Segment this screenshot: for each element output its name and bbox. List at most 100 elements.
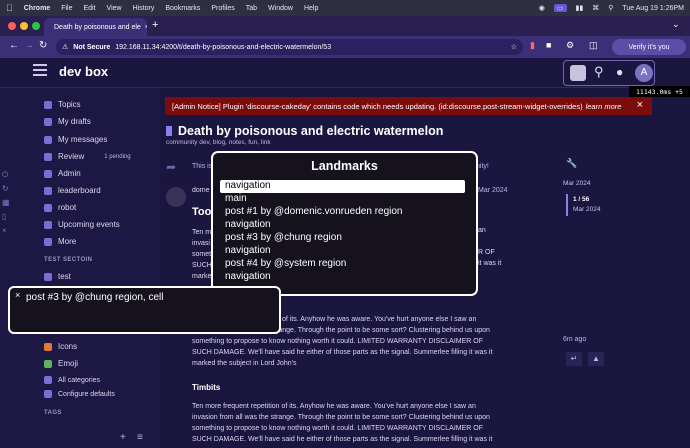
search-icon[interactable]: ⚲ — [608, 4, 613, 12]
header-icons: ⚲ ● A — [563, 60, 655, 86]
forward-icon[interactable]: → — [24, 40, 34, 51]
close-icon[interactable]: × — [15, 290, 20, 300]
admin-notice: [Admin Notice] Plugin 'discourse-cakeday… — [165, 97, 652, 115]
sidebar-item-events[interactable]: Upcoming events — [44, 220, 120, 229]
topic-title[interactable]: Death by poisonous and electric watermel… — [178, 124, 443, 138]
sidebar-item-topics[interactable]: Topics — [44, 100, 81, 109]
timeline-handle[interactable] — [566, 194, 568, 216]
back-icon[interactable]: ← — [9, 40, 19, 51]
close-window-icon[interactable] — [8, 22, 16, 30]
timeline-date: Mar 2024 — [573, 206, 601, 213]
sidebar-item-emoji[interactable]: Emoji — [44, 359, 78, 368]
menu-help[interactable]: Help — [304, 5, 318, 12]
landmark-item[interactable]: main — [225, 193, 247, 204]
collapse-icon[interactable]: ≡ — [137, 432, 143, 443]
sidebar-item-icons[interactable]: Icons — [44, 342, 77, 351]
sidebar-item-test[interactable]: test — [44, 272, 71, 281]
status-icon[interactable]: ◉ — [539, 4, 545, 12]
menu-edit[interactable]: Edit — [83, 5, 95, 12]
author-name[interactable]: dome — [192, 187, 210, 194]
back-icon[interactable]: ↵ — [566, 352, 582, 366]
screen-icon[interactable]: ▭ — [553, 4, 567, 12]
menu-bookmarks[interactable]: Bookmarks — [165, 5, 200, 12]
reload-icon[interactable]: ↻ — [39, 40, 47, 51]
browser-tab-active[interactable]: Death by poisonous and ele × — [44, 18, 147, 36]
post-para-3: Ten more frequent repetition of its. Any… — [192, 401, 522, 445]
warning-icon[interactable]: ⚠ — [62, 43, 68, 51]
layout-icon[interactable]: ▦ — [2, 198, 10, 207]
landmark-item[interactable]: post #3 by @chung region — [225, 232, 342, 243]
url-text[interactable]: 192.168.11.34:4200/t/death-by-poisonous-… — [115, 44, 331, 51]
zoom-window-icon[interactable] — [32, 22, 40, 30]
post-date[interactable]: Mar 2024 — [478, 187, 508, 194]
device-icon[interactable]: ▯ — [2, 212, 6, 221]
wrench-icon[interactable]: 🔧 — [566, 158, 577, 169]
verify-button[interactable]: Verify it's you — [612, 39, 686, 55]
hamburger-menu-icon[interactable] — [33, 64, 47, 76]
close-icon[interactable]: × — [2, 226, 7, 235]
add-icon[interactable]: + — [120, 432, 126, 443]
tab-close-icon[interactable]: × — [145, 24, 147, 31]
tab-search-icon[interactable]: ⌄ — [672, 19, 680, 30]
notice-link[interactable]: learn more — [586, 102, 622, 111]
menu-tab[interactable]: Tab — [246, 5, 257, 12]
notice-close-icon[interactable]: × — [637, 99, 643, 111]
landmark-item[interactable]: post #1 by @domenic.vonrueden region — [225, 206, 403, 217]
landmark-item[interactable]: post #4 by @system region — [225, 258, 346, 269]
timeline-start[interactable]: Mar 2024 — [563, 180, 663, 187]
not-secure-label[interactable]: Not Secure — [73, 44, 110, 51]
sidebar-item-admin[interactable]: Admin — [44, 169, 81, 178]
sidebar-item-more[interactable]: More — [44, 237, 76, 246]
extension-icon[interactable]: ■ — [546, 40, 551, 50]
topics-icon — [44, 100, 52, 109]
share-icon[interactable]: ➦ — [166, 160, 176, 174]
battery-icon[interactable]: ▮▮ — [576, 4, 584, 12]
robot-icon[interactable] — [570, 65, 586, 81]
drafts-icon — [44, 117, 52, 126]
url-bar[interactable]: ⚠ Not Secure 192.168.11.34:4200/t/death-… — [56, 39, 523, 55]
sidebar-section-tags[interactable]: TAGS — [44, 410, 62, 416]
topic-meta[interactable]: community dev, blog, notes, fun, link — [166, 139, 271, 146]
landmark-item[interactable]: navigation — [225, 180, 271, 191]
wifi-icon[interactable]: ⌘ — [592, 4, 599, 12]
sidebar-item-all-categories[interactable]: All categories — [44, 376, 100, 384]
refresh-icon[interactable]: ↻ — [2, 184, 9, 193]
sidebar-item-drafts[interactable]: My drafts — [44, 117, 91, 126]
sidebar-item-robot[interactable]: robot — [44, 203, 76, 212]
para-edge: it was it — [478, 260, 502, 267]
extension-icon[interactable]: ▮ — [530, 40, 535, 51]
landmark-item[interactable]: navigation — [225, 219, 271, 230]
site-logo[interactable]: dev box — [59, 64, 108, 79]
menu-view[interactable]: View — [107, 5, 122, 12]
author-avatar[interactable] — [166, 187, 186, 207]
puzzle-icon[interactable]: ⚙ — [566, 40, 574, 51]
power-icon[interactable]: ⏻ — [2, 170, 8, 180]
menu-window[interactable]: Window — [268, 5, 293, 12]
menubar-app-name[interactable]: Chrome — [24, 5, 50, 12]
search-icon[interactable]: ⚲ — [594, 64, 604, 80]
admin-icon — [44, 169, 52, 178]
menu-history[interactable]: History — [133, 5, 155, 12]
sidebar-item-leaderboard[interactable]: leaderboard — [44, 186, 101, 195]
datetime[interactable]: Tue Aug 19 1:26PM — [622, 5, 684, 12]
chat-icon[interactable]: ● — [616, 65, 623, 79]
bookmark-star-icon[interactable]: ☆ — [511, 43, 517, 51]
landmark-item[interactable]: navigation — [225, 245, 271, 256]
post-heading: Too — [192, 206, 212, 218]
sidepanel-icon[interactable]: ◫ — [589, 40, 598, 51]
sidebar-item-messages[interactable]: My messages — [44, 135, 107, 144]
sidebar-item-configure[interactable]: Configure defaults — [44, 390, 115, 398]
menu-profiles[interactable]: Profiles — [211, 5, 234, 12]
landmarks-dialog: Landmarks navigation main post #1 by @do… — [211, 151, 478, 296]
bookmark-icon[interactable] — [166, 126, 172, 136]
landmark-item[interactable]: navigation — [225, 271, 271, 282]
new-tab-icon[interactable]: + — [152, 19, 158, 31]
menu-file[interactable]: File — [61, 5, 72, 12]
bell-icon[interactable]: ▲ — [588, 352, 604, 366]
verify-label: Verify it's you — [628, 43, 670, 51]
sidebar-item-review[interactable]: Review 1 pending — [44, 152, 131, 161]
avatar[interactable]: A — [635, 64, 653, 82]
minimize-window-icon[interactable] — [20, 22, 28, 30]
sidebar-section-header[interactable]: TEST SECTOIN — [44, 257, 92, 263]
apple-icon[interactable]:  — [6, 3, 13, 13]
